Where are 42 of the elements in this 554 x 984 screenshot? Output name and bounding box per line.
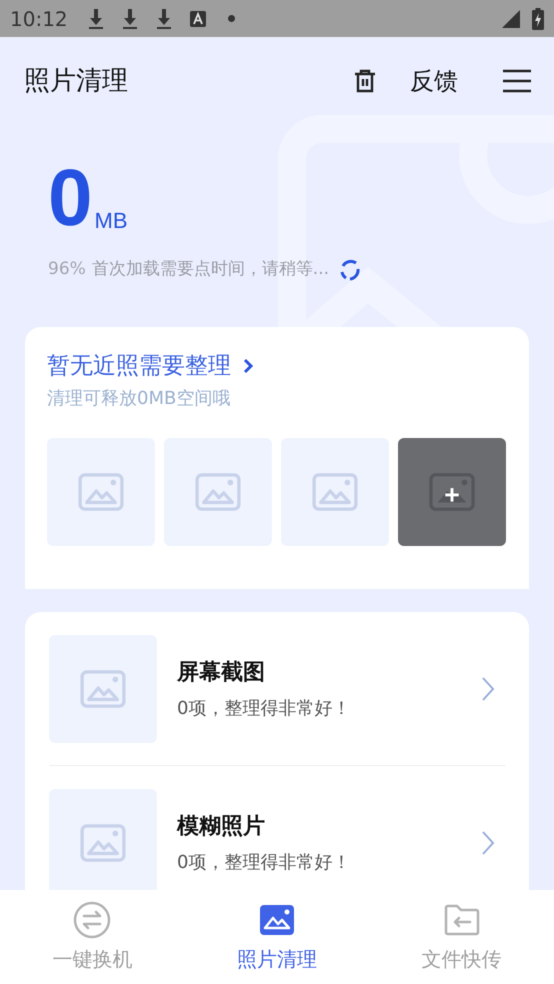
delete-button[interactable] [352,67,378,95]
signal-icon [502,10,520,28]
chevron-right-icon [481,676,495,702]
category-title: 模糊照片 [177,812,266,840]
page-title: 照片清理 [24,64,128,98]
chevron-right-icon [481,830,495,856]
recent-subtitle: 清理可释放0MB空间哦 [47,387,232,411]
chevron-right-icon [243,358,253,374]
photo-icon [260,905,294,935]
download-icon [88,8,104,28]
swap-icon [73,901,112,939]
size-value: 0 [48,163,92,233]
image-icon [80,824,126,862]
image-icon [78,473,124,511]
menu-icon [503,69,531,93]
trash-icon [354,69,376,93]
image-icon [80,670,126,708]
loading-spinner-icon [339,258,362,281]
image-icon [312,473,358,511]
add-image-icon [429,472,475,512]
size-unit: MB [94,209,128,233]
nav-tab[interactable]: 文件快传 [369,890,554,984]
battery-icon [532,8,544,30]
folder-icon [444,904,480,936]
download-icon [156,8,172,28]
recent-title[interactable]: 暂无近照需要整理 [47,348,231,383]
image-icon [195,473,241,511]
category-row[interactable]: 屏幕截图 0项，整理得非常好！ [49,634,505,742]
progress-percent: 96% [48,258,86,281]
loading-message: 首次加载需要点时间，请稍等... [92,258,330,281]
status-time: 10:12 [10,6,68,32]
keyboard-icon [190,10,206,26]
nav-tab[interactable]: 一键换机 [0,890,185,984]
category-title: 屏幕截图 [177,658,266,686]
menu-button[interactable] [502,68,532,94]
dot-icon [228,15,235,22]
feedback-button[interactable]: 反馈 [410,63,458,99]
category-status: 0项，整理得非常好！ [177,696,352,720]
download-icon [122,8,138,28]
category-row[interactable]: 模糊照片 0项，整理得非常好！ [49,788,505,890]
nav-tab[interactable]: 照片清理 [184,890,370,984]
category-status: 0项，整理得非常好！ [177,850,352,874]
